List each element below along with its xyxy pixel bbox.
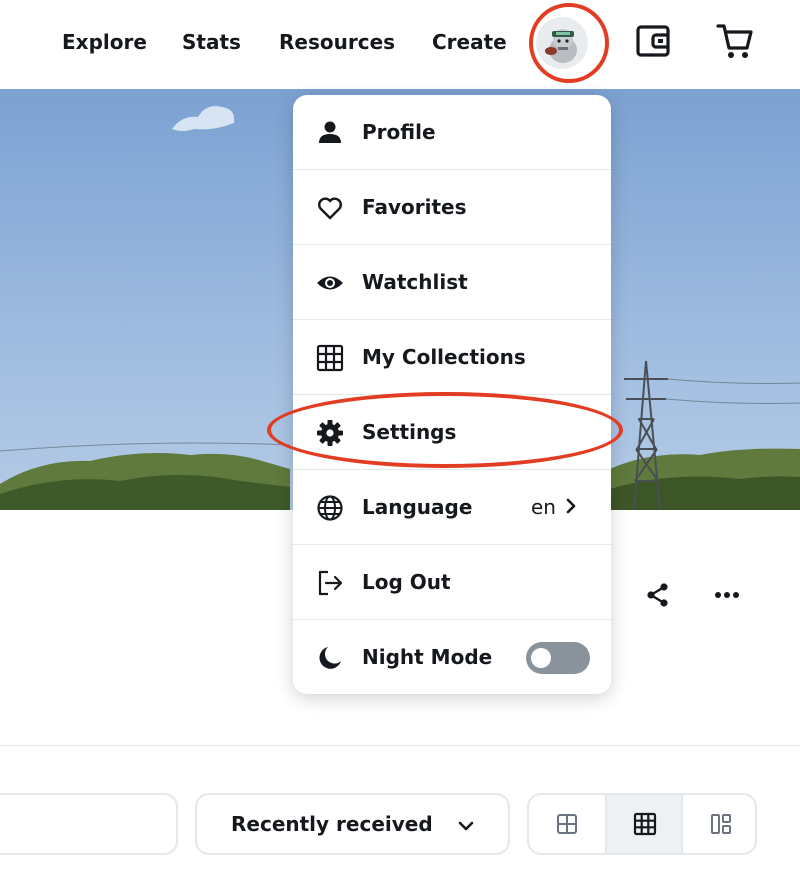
menu-item-language[interactable]: Language en [293,470,611,545]
account-dropdown-menu: Profile Favorites Watchlist My Collectio… [293,95,611,694]
menu-item-log-out[interactable]: Log Out [293,545,611,620]
logout-icon [316,569,344,597]
search-input[interactable] [0,793,178,855]
sort-dropdown[interactable]: Recently received [195,793,510,855]
moon-icon [316,644,344,672]
toggle-knob [531,648,551,668]
wallet-icon[interactable] [635,23,671,63]
globe-icon [316,494,344,522]
sort-selected-label: Recently received [231,812,433,836]
share-icon[interactable] [645,582,671,612]
menu-label-my-collections: My Collections [362,345,526,369]
nav-link-create[interactable]: Create [432,28,507,56]
person-icon [316,119,344,147]
chevron-down-icon [458,817,474,836]
more-options-icon[interactable] [714,583,740,611]
small-grid-icon [633,812,657,836]
chevron-right-icon [565,498,577,518]
menu-item-favorites[interactable]: Favorites [293,170,611,245]
night-mode-toggle[interactable] [526,642,590,674]
menu-item-profile[interactable]: Profile [293,95,611,170]
nav-link-stats[interactable]: Stats [182,28,241,56]
menu-item-settings[interactable]: Settings [293,395,611,470]
mosaic-icon [711,814,731,834]
nav-link-resources[interactable]: Resources [279,28,395,56]
large-grid-icon [557,814,577,834]
grid-view-toggle-group [527,793,757,855]
nav-link-explore[interactable]: Explore [62,28,147,56]
menu-label-settings: Settings [362,420,457,444]
heart-icon [316,194,344,222]
menu-item-my-collections[interactable]: My Collections [293,320,611,395]
language-current-value: en [531,495,556,519]
small-grid-view-button[interactable] [607,795,683,853]
cart-icon[interactable] [716,22,754,64]
grid-icon [316,344,344,372]
mosaic-view-button[interactable] [683,795,755,853]
large-grid-view-button[interactable] [529,795,605,853]
menu-label-language: Language [362,495,473,519]
menu-item-night-mode: Night Mode [293,620,611,694]
top-navigation-bar: Explore Stats Resources Create [0,0,800,89]
menu-label-log-out: Log Out [362,570,451,594]
section-divider [0,745,800,746]
gear-icon [316,419,344,447]
menu-label-profile: Profile [362,120,436,144]
avatar-highlight-circle [529,3,609,83]
menu-label-night-mode: Night Mode [362,645,493,669]
menu-item-watchlist[interactable]: Watchlist [293,245,611,320]
menu-label-watchlist: Watchlist [362,270,468,294]
eye-icon [316,269,344,297]
menu-label-favorites: Favorites [362,195,467,219]
